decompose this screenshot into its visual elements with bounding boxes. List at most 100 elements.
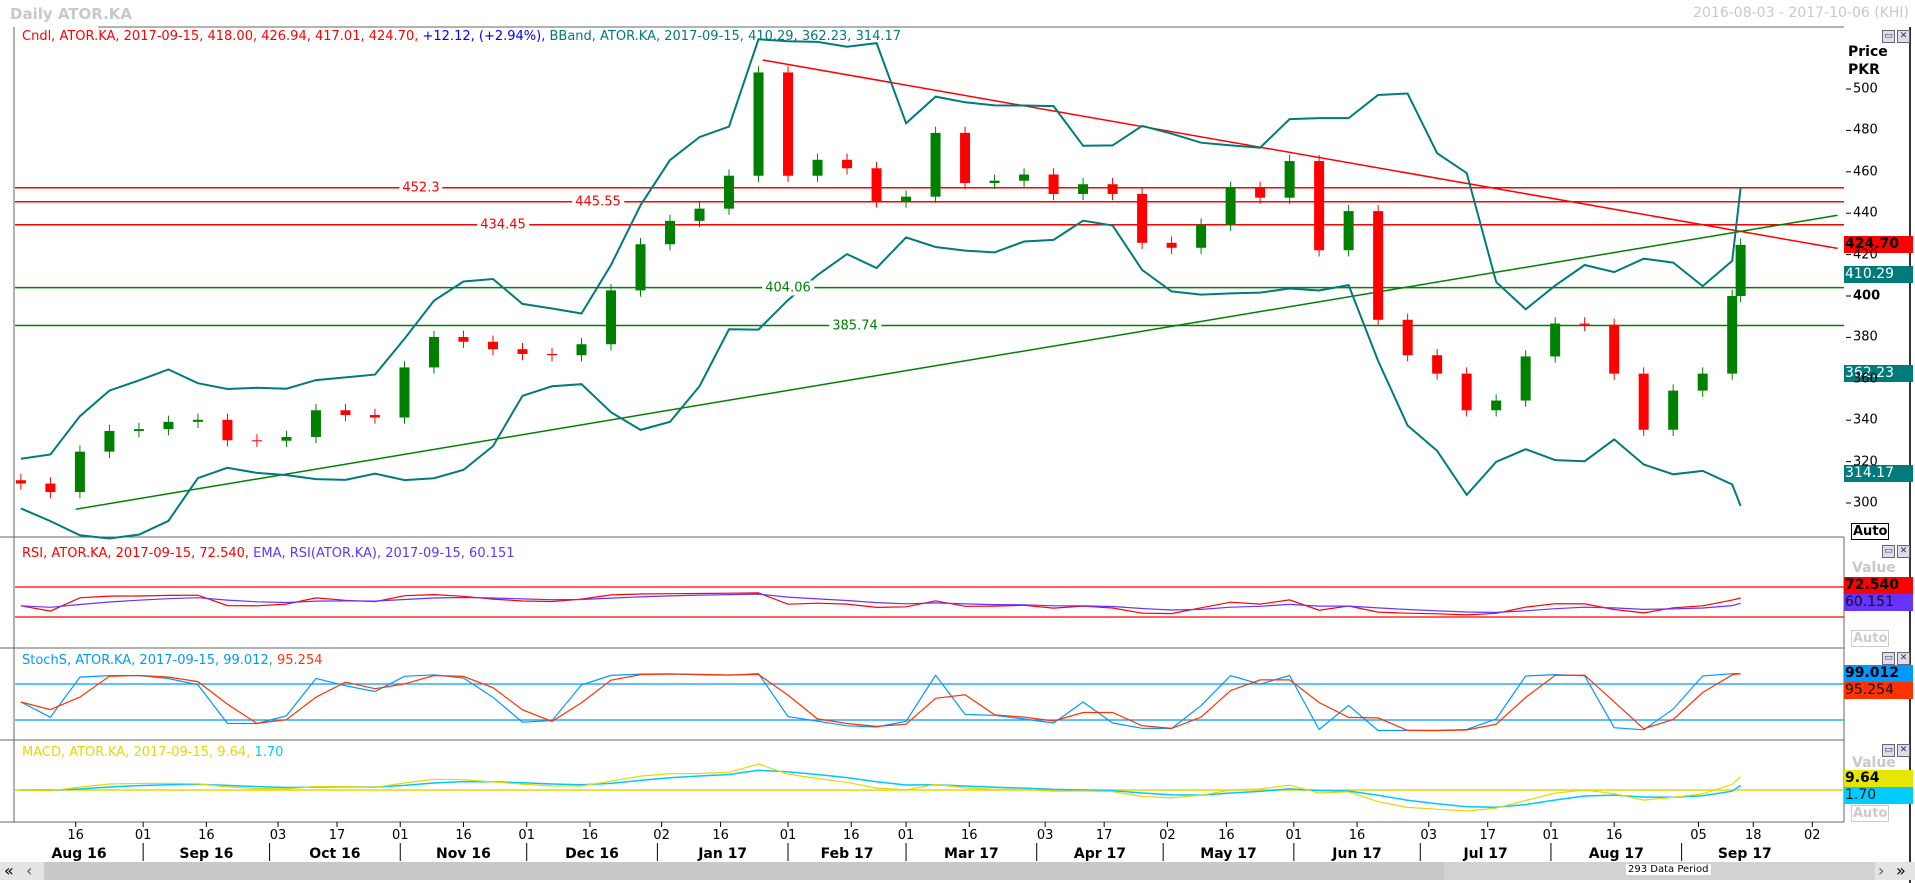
candle-up: [753, 72, 764, 176]
month-label: Aug 16: [51, 846, 107, 862]
close-icon[interactable]: ✕: [1897, 744, 1910, 757]
date-range: 2016-08-03 - 2017-10-06 (KHI): [1693, 5, 1909, 21]
y-tick-label: 440: [1853, 205, 1878, 221]
rsi-line: [20, 592, 1741, 616]
data-period-label: 293 Data Period: [1626, 864, 1711, 875]
stoch-k-legend-text: StochS, ATOR.KA, 2017-09-15, 99.012,: [22, 653, 273, 668]
y-tick-label: 460: [1853, 164, 1878, 180]
x-tick-label: 18: [1744, 828, 1762, 843]
rsi-auto-scale-button[interactable]: Auto: [1851, 630, 1890, 647]
x-tick-label: 16: [455, 828, 472, 843]
month-label: Sep 17: [1717, 846, 1772, 862]
candle-down: [340, 410, 351, 416]
candle-down: [1579, 323, 1590, 325]
price-legend: Cndl, ATOR.KA, 2017-09-15, 418.00, 426.9…: [22, 29, 901, 44]
stoch-d-line: [20, 673, 1741, 732]
x-tick-label: 16: [1348, 828, 1366, 843]
candle-up: [1550, 323, 1561, 357]
candle-down: [1638, 373, 1649, 430]
x-tick-label: 17: [1479, 828, 1496, 843]
rsi-legend: RSI, ATOR.KA, 2017-09-15, 72.540, EMA, R…: [22, 546, 515, 561]
bband-lower-line: [20, 219, 1742, 540]
rsi-value-header: Value: [1852, 560, 1896, 576]
scroll-prev-button[interactable]: ‹: [26, 862, 40, 880]
x-tick-label: 02: [1803, 828, 1821, 843]
y-tick-label: 500: [1853, 81, 1878, 97]
scrollbar-thumb[interactable]: [44, 862, 1444, 880]
price-auto-scale-button[interactable]: Auto: [1851, 523, 1890, 540]
rsi-ema-legend-text: EMA, RSI(ATOR.KA), 2017-09-15, 60.151: [253, 546, 515, 561]
price-panel-controls: ▭ ✕: [1880, 30, 1910, 43]
y-tick-label: 380: [1853, 329, 1878, 345]
close-icon[interactable]: ✕: [1897, 545, 1910, 558]
candle-up: [724, 175, 735, 209]
rsi-legend-text: RSI, ATOR.KA, 2017-09-15, 72.540,: [22, 546, 250, 561]
close-icon[interactable]: ✕: [1897, 30, 1910, 43]
window-title: Daily ATOR.KA: [10, 5, 133, 23]
close-icon[interactable]: ✕: [1897, 652, 1910, 665]
candle-up: [901, 196, 912, 202]
candle-up: [310, 410, 321, 437]
candle-up: [1225, 187, 1236, 225]
scroll-next-button[interactable]: ›: [1878, 862, 1892, 880]
month-label: Dec 16: [565, 846, 619, 862]
macd-value-header: Value: [1852, 755, 1896, 771]
candle-up: [1735, 244, 1746, 296]
macd-legend-text: MACD, ATOR.KA, 2017-09-15, 9.64,: [22, 745, 251, 760]
candle-up: [1343, 211, 1354, 251]
month-label: Jun 17: [1332, 846, 1382, 862]
candle-down: [1373, 211, 1384, 320]
candle-up: [428, 336, 439, 368]
rsi-ema-value-label: 60.151: [1844, 594, 1913, 611]
level-label: 445.55: [572, 194, 624, 210]
x-tick-label: 01: [779, 828, 797, 843]
candle-down: [369, 415, 380, 418]
level-label: 434.45: [477, 217, 529, 233]
scroll-last-button[interactable]: »: [1896, 862, 1914, 880]
level-label: 404.06: [762, 280, 814, 296]
x-tick-label: 05: [1690, 828, 1707, 843]
candle-down: [1048, 174, 1059, 194]
x-tick-label: 02: [1159, 828, 1176, 843]
candle-up: [133, 429, 144, 431]
month-label: Sep 16: [179, 846, 234, 862]
candle-down: [1314, 161, 1325, 251]
y-tick-label: 400: [1853, 288, 1881, 304]
candle-down: [222, 419, 233, 441]
candle-up: [399, 367, 410, 418]
month-label: Feb 17: [820, 846, 874, 862]
candle-up: [163, 421, 174, 430]
x-tick-label: 01: [897, 828, 915, 843]
candle-up: [1491, 400, 1502, 411]
resistance-trendline: [762, 59, 1838, 250]
candle-down: [1255, 187, 1266, 198]
macd-auto-scale-button[interactable]: Auto: [1851, 805, 1890, 822]
x-tick-label: 16: [581, 828, 599, 843]
restore-icon[interactable]: ▭: [1882, 545, 1895, 558]
x-tick-label: 16: [67, 828, 84, 843]
restore-icon[interactable]: ▭: [1882, 30, 1895, 43]
stoch-k-value-label: 99.012: [1844, 665, 1913, 682]
candle-down: [1166, 242, 1177, 248]
month-label: May 17: [1200, 846, 1257, 862]
candle-up: [606, 290, 617, 345]
candle-up: [74, 451, 85, 493]
x-tick-label: 17: [1095, 828, 1113, 843]
month-label: Mar 17: [944, 846, 999, 862]
support-trendline: [75, 214, 1838, 510]
scroll-first-button[interactable]: «: [4, 862, 22, 880]
candle-up: [281, 436, 292, 441]
x-tick-label: 16: [1218, 828, 1235, 843]
level-label: 452.3: [399, 180, 443, 196]
macd-value-label: 9.64: [1844, 770, 1913, 787]
restore-icon[interactable]: ▭: [1882, 652, 1895, 665]
candle-up: [1727, 296, 1738, 374]
month-label: Jan 17: [698, 846, 748, 862]
stoch-d-legend-text: 95.254: [277, 653, 323, 668]
candle-down: [546, 353, 557, 356]
price-axis-unit: PKR: [1848, 62, 1880, 78]
stoch-d-value-label: 95.254: [1844, 682, 1913, 699]
candle-down: [251, 440, 262, 442]
candle-up: [635, 244, 646, 291]
x-tick-label: 03: [1036, 828, 1054, 843]
